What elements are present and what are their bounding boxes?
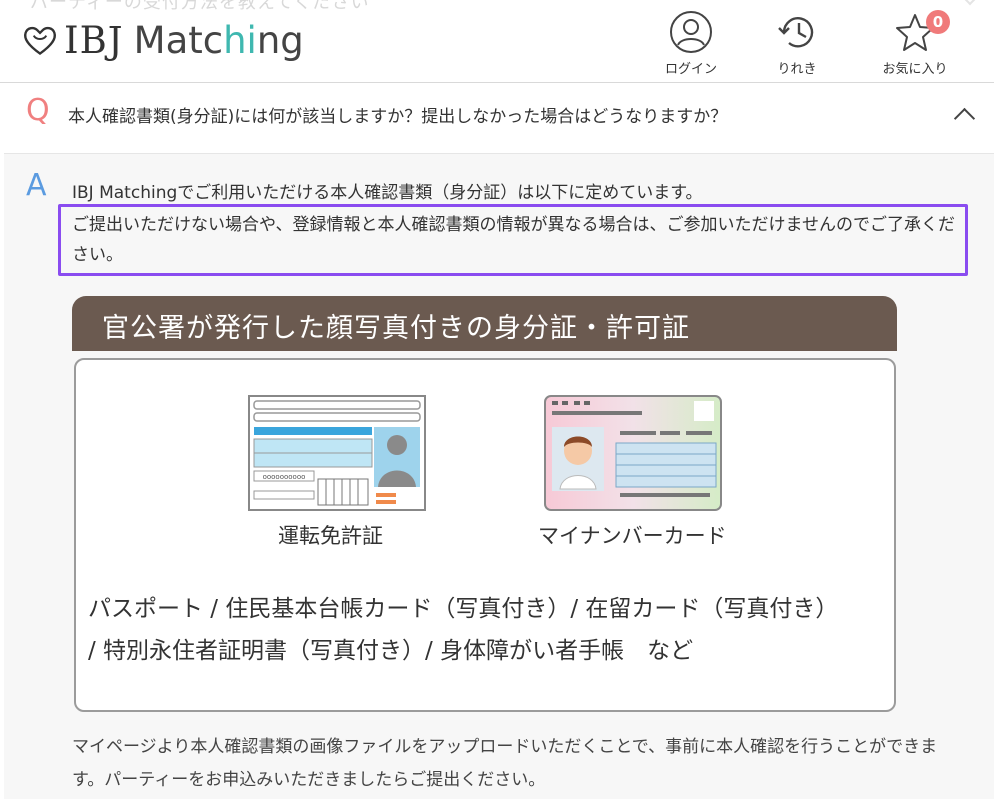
faq-answer: A IBJ Matchingでご利用いただける本人確認書類（身分証）は以下に定め… <box>4 154 994 799</box>
drivers-license-image: oooooooooo <box>248 395 426 511</box>
favorites-count-badge: 0 <box>926 10 950 34</box>
question-mark: Q <box>26 93 50 128</box>
login-label: ログイン <box>664 62 717 77</box>
login-button[interactable]: ログイン <box>651 10 731 77</box>
logo-text-matching: Matching <box>133 18 304 62</box>
question-text: 本人確認書類(身分証)には何が該当しますか？提出しなかった場合はどうなりますか？ <box>68 107 728 127</box>
answer-upload-note: マイページより本人確認書類の画像ファイルをアップロードいただくことで、事前に本人… <box>72 737 938 790</box>
previous-question-text: パーティーの受付方法を教えてください <box>30 0 370 13</box>
faq-question-toggle[interactable]: Q 本人確認書類(身分証)には何が該当しますか？提出しなかった場合はどうなります… <box>4 83 994 154</box>
figure-banner: 官公署が発行した顔写真付きの身分証・許可証 <box>72 296 897 351</box>
site-header: パーティーの受付方法を教えてください IBJ Matching ログイン りれき… <box>0 0 994 83</box>
license-number-text: oooooooooo <box>263 473 306 481</box>
history-clock-icon <box>778 17 814 48</box>
user-icon <box>670 11 712 53</box>
other-id-list: パスポート / 住民基本台帳カード（写真付き）/ 在留カード（写真付き） / 特… <box>88 588 838 672</box>
favorites-button[interactable]: 0 お気に入り <box>875 10 955 77</box>
logo-text-ibj: IBJ <box>64 18 124 62</box>
favorites-label: お気に入り <box>882 62 948 77</box>
figure-box: oooooooooo 運転免許証 マイナンバーカード パスポート / 住民基本台… <box>74 358 896 712</box>
site-logo[interactable]: IBJ Matching <box>22 14 304 66</box>
drivers-license-caption: 運転免許証 <box>278 524 383 548</box>
history-label: りれき <box>777 62 817 77</box>
chevron-down-icon <box>958 0 982 6</box>
answer-intro: IBJ Matchingでご利用いただける本人確認書類（身分証）は以下に定めてい… <box>72 183 703 203</box>
my-number-card-caption: マイナンバーカード <box>538 524 727 548</box>
history-button[interactable]: りれき <box>757 10 837 77</box>
answer-mark: A <box>26 168 47 203</box>
chevron-up-icon[interactable] <box>953 107 976 130</box>
my-number-card-image <box>544 395 722 511</box>
answer-highlight-text: ご提出いただけない場合や、登録情報と本人確認書類の情報が異なる場合は、ご参加いた… <box>72 215 955 265</box>
id-list-line-1: パスポート / 住民基本台帳カード（写真付き）/ 在留カード（写真付き） <box>88 596 839 622</box>
id-list-line-2: / 特別永住者証明書（写真付き）/ 身体障がい者手帳 など <box>88 638 694 664</box>
heart-logo-icon <box>24 26 56 56</box>
figure-banner-title: 官公署が発行した顔写真付きの身分証・許可証 <box>102 313 690 344</box>
id-document-figure: 官公署が発行した顔写真付きの身分証・許可証 oooooooooo 運転免許証 マ… <box>72 296 897 712</box>
